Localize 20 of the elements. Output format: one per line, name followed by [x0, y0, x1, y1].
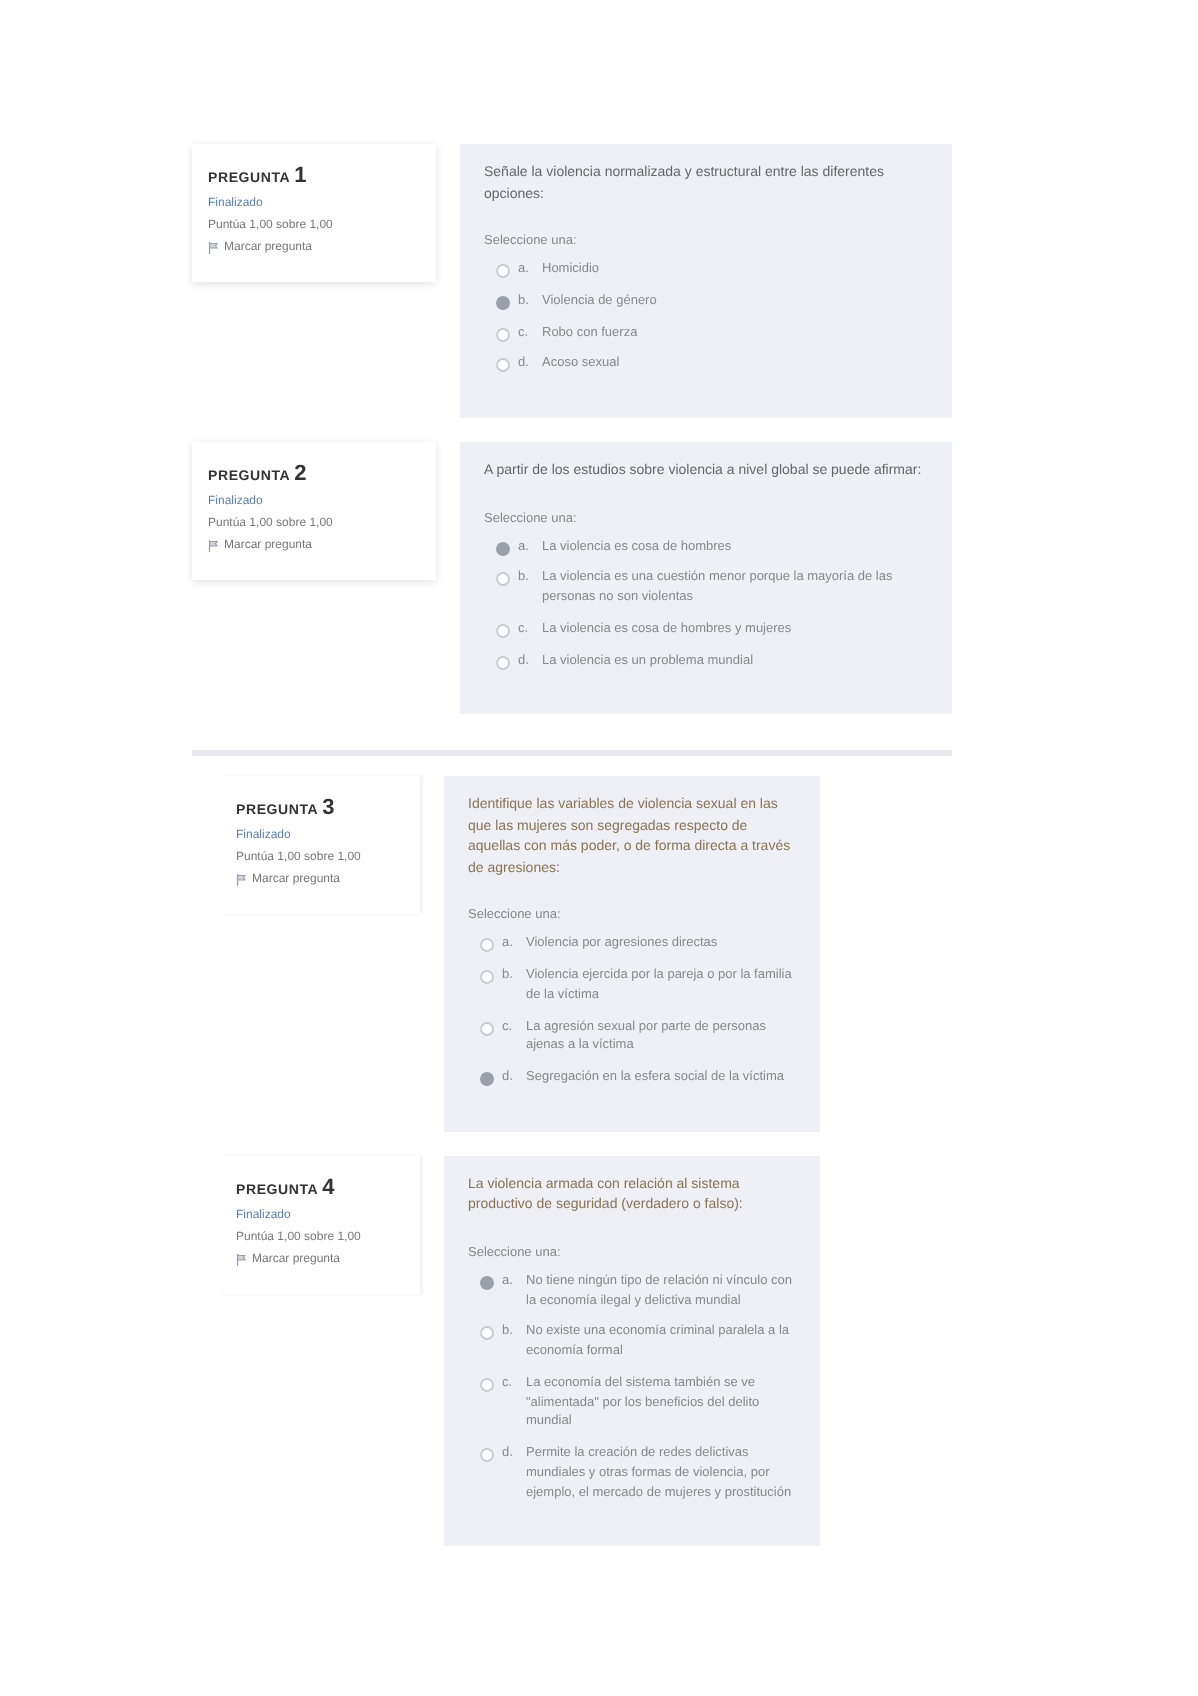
- radio-button[interactable]: [480, 1072, 494, 1086]
- flag-icon: [208, 540, 220, 552]
- radio-button[interactable]: [496, 358, 510, 373]
- radio-button[interactable]: [480, 1021, 494, 1035]
- radio-button[interactable]: [480, 1275, 494, 1290]
- radio-button[interactable]: [480, 938, 494, 953]
- radio-button[interactable]: [480, 1326, 494, 1341]
- radio-button[interactable]: [496, 655, 510, 669]
- radio-button[interactable]: [480, 970, 494, 984]
- flag-icon: [208, 242, 220, 254]
- radio-button[interactable]: [496, 541, 510, 555]
- radio-button[interactable]: [496, 264, 510, 278]
- radio-button[interactable]: [496, 623, 510, 638]
- radio-button[interactable]: [496, 572, 510, 587]
- radio-button[interactable]: [480, 1448, 494, 1462]
- radio-button[interactable]: [480, 1377, 494, 1392]
- flag-icon: [236, 874, 248, 887]
- flag-icon: [236, 1253, 248, 1266]
- radio-button[interactable]: [496, 327, 510, 341]
- radio-button[interactable]: [496, 295, 510, 310]
